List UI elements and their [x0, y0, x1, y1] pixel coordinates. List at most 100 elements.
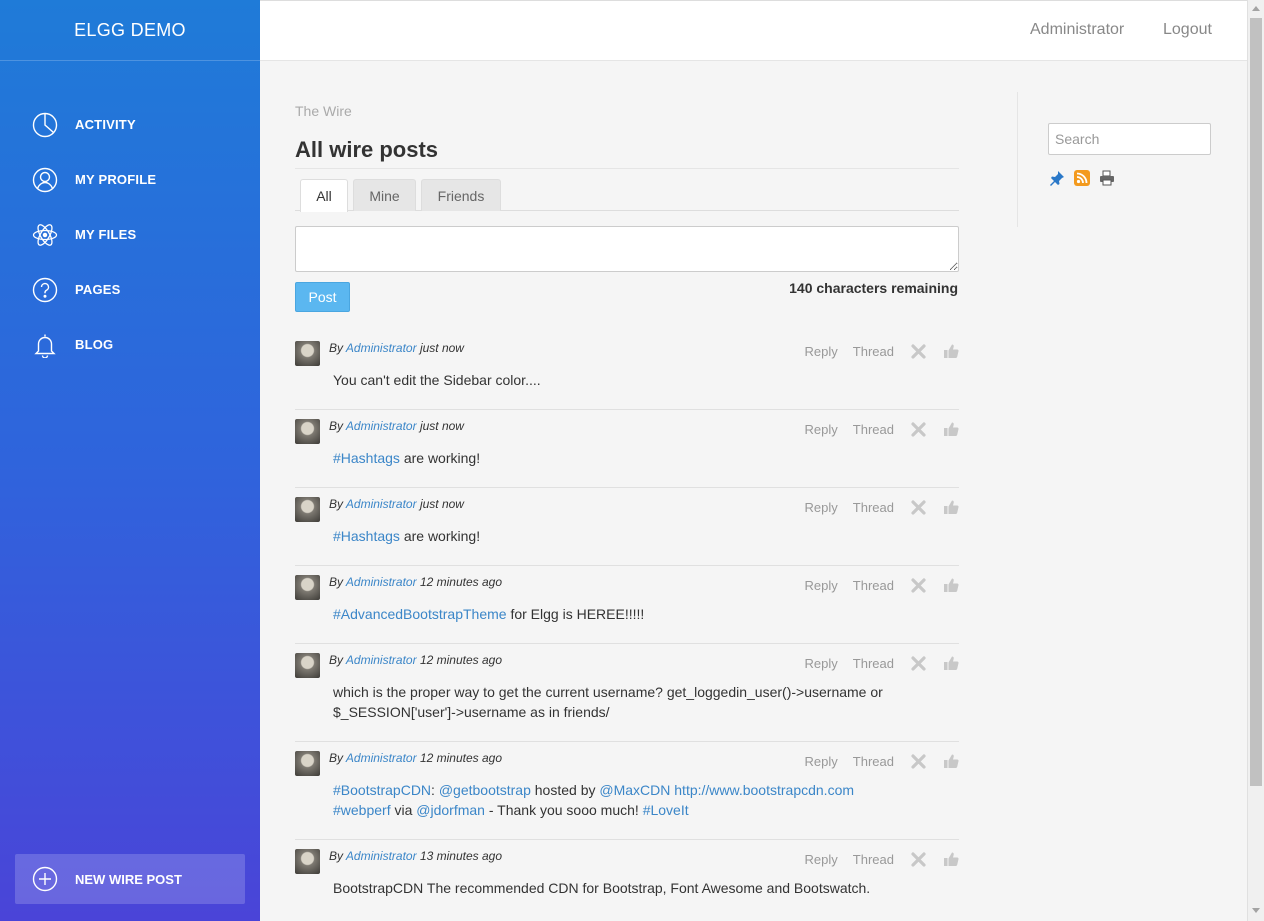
- like-icon[interactable]: [943, 851, 959, 867]
- post-link[interactable]: #webperf: [333, 802, 391, 818]
- sidebar-item-label: MY FILES: [75, 227, 137, 242]
- sidebar-item-my-files[interactable]: MY FILES: [0, 207, 260, 262]
- avatar[interactable]: [295, 751, 320, 776]
- breadcrumb[interactable]: The Wire: [295, 103, 352, 119]
- delete-icon[interactable]: [911, 753, 926, 769]
- scrollbar-thumb[interactable]: [1250, 18, 1262, 786]
- post-time: 13 minutes ago: [419, 849, 502, 863]
- delete-icon[interactable]: [911, 655, 926, 671]
- tab-mine[interactable]: Mine: [353, 179, 416, 211]
- post-time: 12 minutes ago: [419, 751, 502, 765]
- post-actions: Reply Thread: [790, 653, 959, 673]
- tab-all[interactable]: All: [300, 179, 348, 212]
- thread-link[interactable]: Thread: [853, 852, 894, 867]
- avatar[interactable]: [295, 419, 320, 444]
- sidebar-item-my-profile[interactable]: MY PROFILE: [0, 152, 260, 207]
- post-link[interactable]: #Hashtags: [333, 528, 400, 544]
- like-icon[interactable]: [943, 421, 959, 437]
- reply-link[interactable]: Reply: [805, 656, 838, 671]
- reply-link[interactable]: Reply: [805, 500, 838, 515]
- tab-friends[interactable]: Friends: [421, 179, 501, 211]
- post-meta: By Administrator 12 minutes ago: [329, 575, 502, 589]
- thread-link[interactable]: Thread: [853, 422, 894, 437]
- post-text: - Thank you sooo much!: [484, 802, 643, 818]
- post-by-label: By: [329, 751, 344, 765]
- author-link[interactable]: Administrator: [346, 497, 417, 511]
- thread-link[interactable]: Thread: [853, 344, 894, 359]
- like-icon[interactable]: [943, 753, 959, 769]
- like-icon[interactable]: [943, 577, 959, 593]
- avatar[interactable]: [295, 849, 320, 874]
- thread-link[interactable]: Thread: [853, 656, 894, 671]
- post-body: #Hashtags are working!: [333, 526, 913, 546]
- author-link[interactable]: Administrator: [346, 653, 417, 667]
- post-link[interactable]: @MaxCDN: [599, 782, 670, 798]
- thread-link[interactable]: Thread: [853, 500, 894, 515]
- wire-post-input[interactable]: [295, 226, 959, 272]
- user-icon: [32, 167, 58, 193]
- post-link[interactable]: @jdorfman: [416, 802, 485, 818]
- post-by-label: By: [329, 497, 344, 511]
- author-link[interactable]: Administrator: [346, 751, 417, 765]
- site-brand[interactable]: ELGG DEMO: [0, 0, 260, 61]
- post-by-label: By: [329, 653, 344, 667]
- like-icon[interactable]: [943, 343, 959, 359]
- author-link[interactable]: Administrator: [346, 849, 417, 863]
- post-by-label: By: [329, 849, 344, 863]
- delete-icon[interactable]: [911, 499, 926, 515]
- delete-icon[interactable]: [911, 343, 926, 359]
- page-scrollbar[interactable]: [1247, 0, 1264, 921]
- sidebar-item-blog[interactable]: BLOG: [0, 317, 260, 372]
- sidebar: ELGG DEMO ACTIVITY MY PROFILE MY FILES P…: [0, 0, 260, 921]
- user-menu-link[interactable]: Administrator: [1030, 21, 1124, 39]
- delete-icon[interactable]: [911, 577, 926, 593]
- avatar[interactable]: [295, 341, 320, 366]
- pin-icon[interactable]: [1049, 170, 1065, 186]
- delete-icon[interactable]: [911, 851, 926, 867]
- characters-remaining: 140 characters remaining: [789, 280, 958, 296]
- post-link[interactable]: #BootstrapCDN: [333, 782, 431, 798]
- post-link[interactable]: http://www.bootstrapcdn.com: [674, 782, 854, 798]
- post-divider: [295, 409, 959, 410]
- reply-link[interactable]: Reply: [805, 754, 838, 769]
- post-link[interactable]: #AdvancedBootstrapTheme: [333, 606, 507, 622]
- post-link[interactable]: @getbootstrap: [439, 782, 531, 798]
- reply-link[interactable]: Reply: [805, 422, 838, 437]
- post-text: :: [431, 782, 439, 798]
- post-actions: Reply Thread: [790, 341, 959, 361]
- delete-icon[interactable]: [911, 421, 926, 437]
- search-input[interactable]: [1048, 123, 1211, 155]
- post-actions: Reply Thread: [790, 419, 959, 439]
- author-link[interactable]: Administrator: [346, 575, 417, 589]
- print-icon[interactable]: [1099, 170, 1115, 186]
- scroll-up-icon[interactable]: [1252, 6, 1260, 11]
- avatar[interactable]: [295, 575, 320, 600]
- reply-link[interactable]: Reply: [805, 578, 838, 593]
- post-actions: Reply Thread: [790, 575, 959, 595]
- title-divider: [295, 168, 959, 169]
- sidebar-item-activity[interactable]: ACTIVITY: [0, 97, 260, 152]
- rss-icon[interactable]: [1074, 170, 1090, 186]
- post-time: 12 minutes ago: [419, 653, 502, 667]
- wire-post: By Administrator just now Reply Thread #Has…: [295, 419, 959, 489]
- post-link[interactable]: #LoveIt: [643, 802, 689, 818]
- post-link[interactable]: #Hashtags: [333, 450, 400, 466]
- like-icon[interactable]: [943, 499, 959, 515]
- post-button[interactable]: Post: [295, 282, 350, 312]
- author-link[interactable]: Administrator: [346, 341, 417, 355]
- post-text: You can't edit the Sidebar color....: [333, 372, 541, 388]
- thread-link[interactable]: Thread: [853, 754, 894, 769]
- logout-link[interactable]: Logout: [1163, 21, 1212, 39]
- avatar[interactable]: [295, 497, 320, 522]
- post-meta: By Administrator 12 minutes ago: [329, 653, 502, 667]
- post-meta: By Administrator 12 minutes ago: [329, 751, 502, 765]
- thread-link[interactable]: Thread: [853, 578, 894, 593]
- sidebar-item-pages[interactable]: PAGES: [0, 262, 260, 317]
- scroll-down-icon[interactable]: [1252, 908, 1260, 913]
- author-link[interactable]: Administrator: [346, 419, 417, 433]
- reply-link[interactable]: Reply: [805, 852, 838, 867]
- new-wire-post-button[interactable]: NEW WIRE POST: [15, 854, 245, 904]
- reply-link[interactable]: Reply: [805, 344, 838, 359]
- avatar[interactable]: [295, 653, 320, 678]
- like-icon[interactable]: [943, 655, 959, 671]
